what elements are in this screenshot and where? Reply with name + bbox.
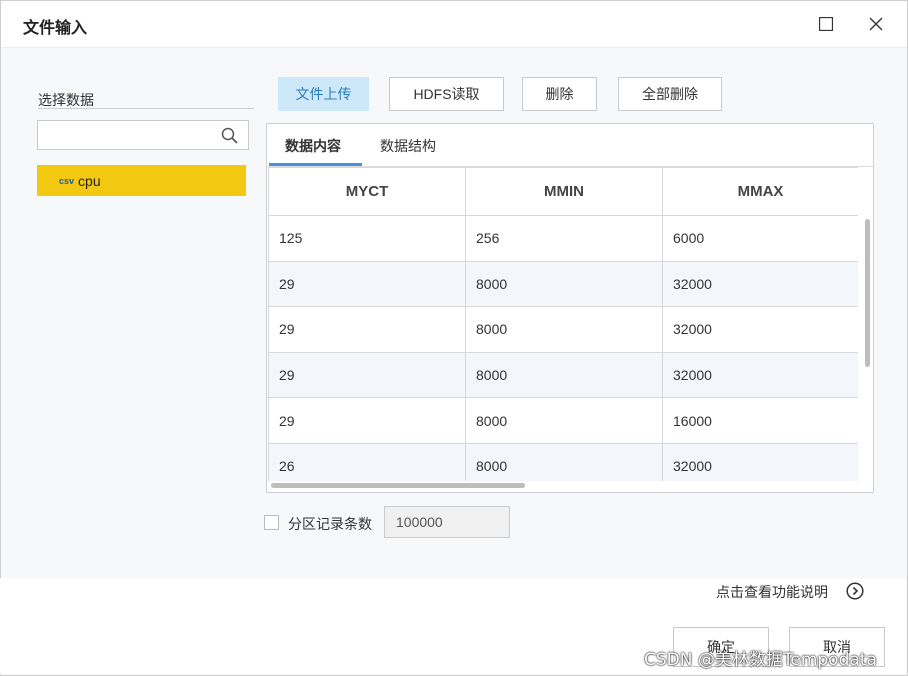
chevron-right-circle-icon[interactable] — [846, 582, 864, 600]
table-cell: 8000 — [465, 306, 663, 353]
help-link[interactable]: 点击查看功能说明 — [716, 582, 828, 602]
table-cell: 8000 — [465, 442, 663, 481]
tab-data-content[interactable]: 数据内容 — [285, 136, 341, 156]
horizontal-scrollbar[interactable] — [271, 483, 525, 488]
table-cell: 29 — [268, 351, 466, 399]
search-input[interactable] — [37, 120, 249, 150]
tab-data-structure[interactable]: 数据结构 — [380, 136, 436, 156]
table-row: 125 256 6000 — [268, 215, 858, 262]
dialog-title: 文件输入 — [23, 20, 88, 37]
table-cell: 8000 — [465, 260, 663, 308]
title-bar: 文件输入 — [1, 1, 907, 48]
tab-bar: 数据内容 数据结构 — [267, 124, 873, 167]
watermark: CSDN @美林数据Tempodata — [644, 650, 877, 670]
close-icon — [869, 17, 883, 31]
table-row: 29 8000 32000 — [268, 306, 858, 353]
csv-file-icon: csv — [59, 175, 75, 186]
partition-checkbox[interactable] — [264, 515, 279, 530]
table-row: 26 8000 32000 — [268, 442, 858, 481]
hdfs-read-button[interactable]: HDFS读取 — [389, 77, 504, 111]
close-button[interactable] — [861, 9, 891, 39]
active-tab-indicator — [269, 163, 362, 166]
delete-button[interactable]: 删除 — [522, 77, 597, 111]
divider — [38, 108, 254, 109]
select-data-label: 选择数据 — [38, 92, 94, 108]
table-cell: 16000 — [662, 397, 858, 444]
table-row: 29 8000 16000 — [268, 397, 858, 444]
table-row: 29 8000 32000 — [268, 260, 858, 308]
table-cell: 6000 — [662, 215, 858, 262]
table-cell: 29 — [268, 260, 466, 308]
table-cell: 256 — [465, 215, 663, 262]
table-cell: 26 — [268, 442, 466, 481]
table-cell: 32000 — [662, 306, 858, 353]
file-upload-button[interactable]: 文件上传 — [278, 77, 369, 111]
delete-all-button[interactable]: 全部删除 — [618, 77, 722, 111]
table-cell: 8000 — [465, 351, 663, 399]
maximize-icon — [819, 17, 833, 31]
table-cell: 32000 — [662, 260, 858, 308]
table-cell: 32000 — [662, 442, 858, 481]
column-header-mmin[interactable]: MMIN — [465, 167, 663, 216]
file-list-item-cpu[interactable]: csv cpu — [37, 165, 246, 196]
file-name: cpu — [78, 172, 101, 189]
table-cell: 125 — [268, 215, 466, 262]
table-cell: 32000 — [662, 351, 858, 399]
maximize-button[interactable] — [811, 9, 841, 39]
search-icon[interactable] — [221, 127, 238, 144]
vertical-scrollbar[interactable] — [865, 219, 870, 367]
column-header-mmax[interactable]: MMAX — [662, 167, 858, 216]
partition-label: 分区记录条数 — [288, 516, 372, 532]
table-cell: 29 — [268, 306, 466, 353]
table-row: 29 8000 32000 — [268, 351, 858, 399]
column-header-myct[interactable]: MYCT — [268, 167, 466, 216]
table-cell: 29 — [268, 397, 466, 444]
data-grid: MYCT MMIN MMAX 125 256 6000 29 8000 3200… — [268, 167, 858, 481]
table-cell: 8000 — [465, 397, 663, 444]
data-panel: 数据内容 数据结构 MYCT MMIN MMAX 125 256 6000 29… — [266, 123, 874, 493]
partition-count-input[interactable]: 100000 — [384, 506, 510, 538]
